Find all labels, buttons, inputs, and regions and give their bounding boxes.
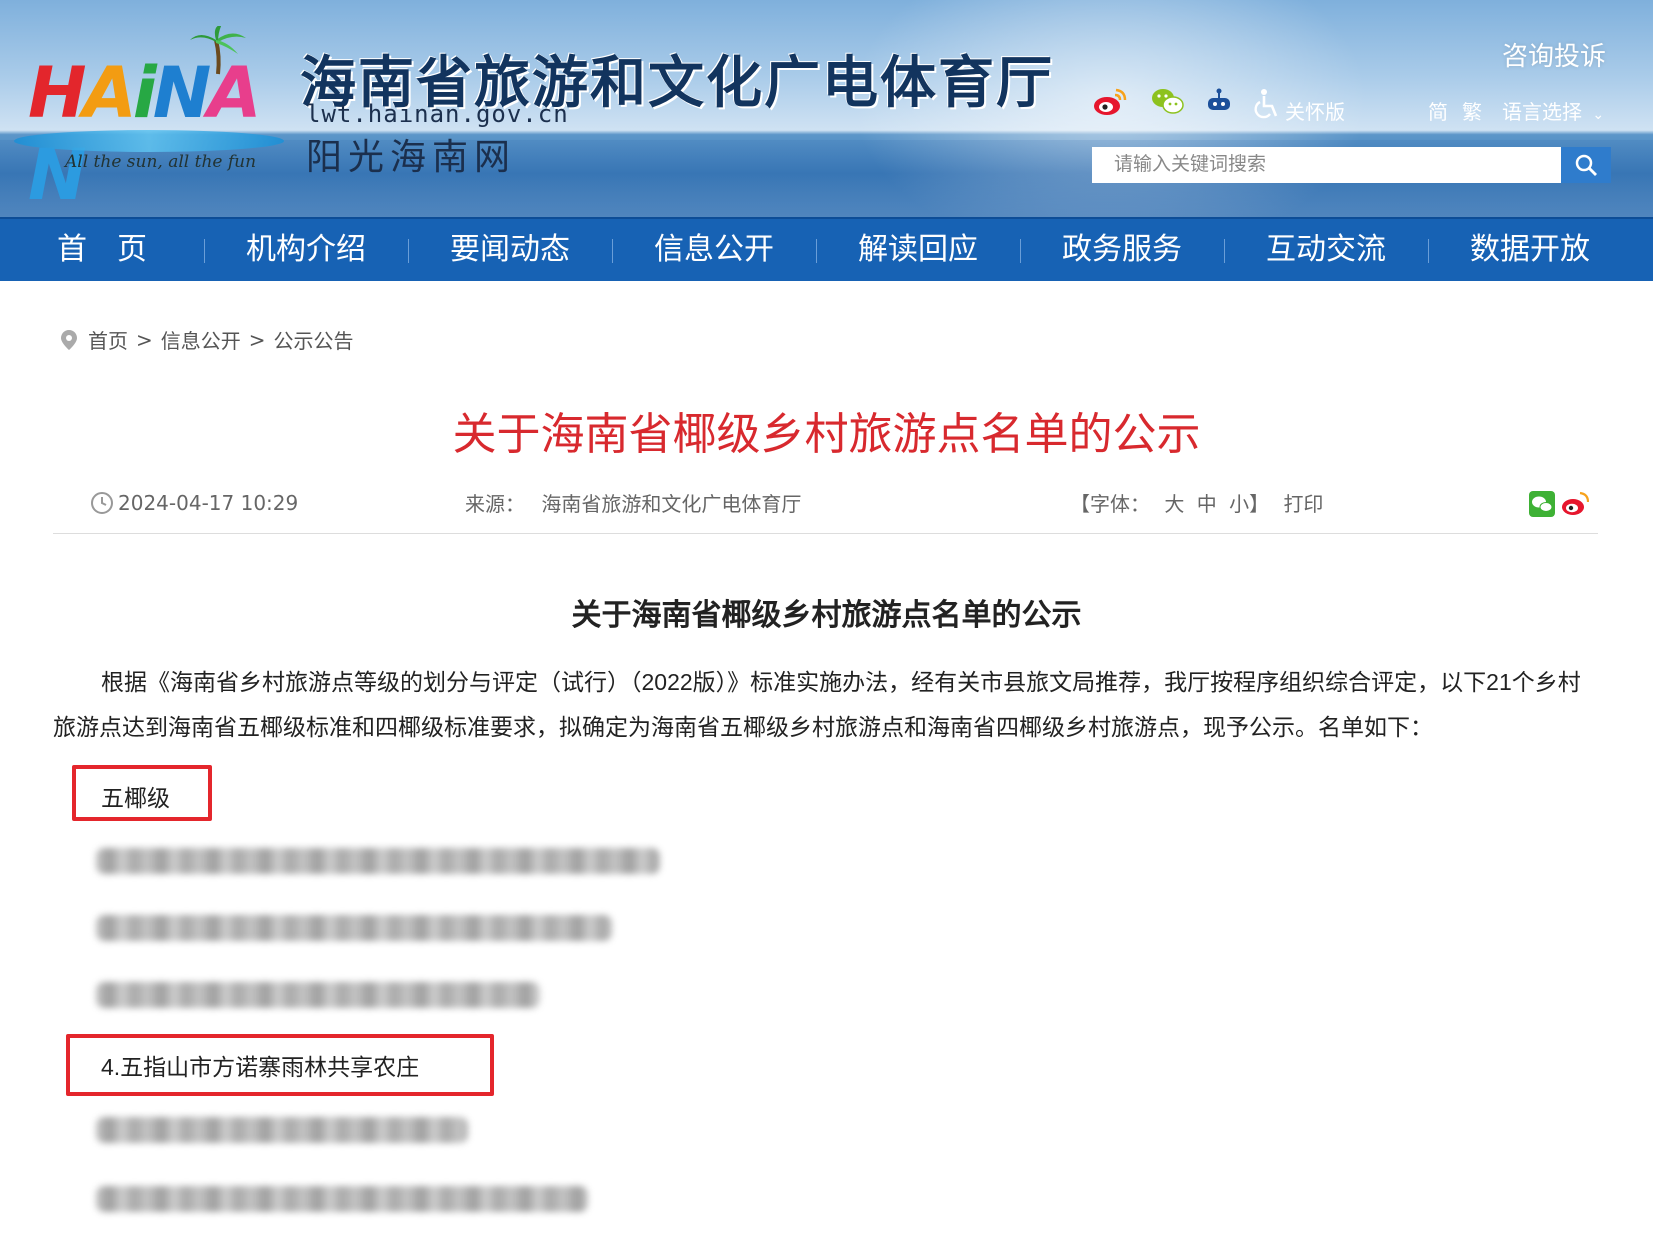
breadcrumb-notices[interactable]: 公示公告 [274, 325, 354, 354]
hainan-logo[interactable]: HAiNAN All the sun, all the fun [10, 12, 285, 216]
nav-organization[interactable]: 机构介绍 [204, 219, 408, 281]
search-input[interactable] [1092, 147, 1561, 183]
nav-open-data[interactable]: 数据开放 [1428, 219, 1632, 281]
font-size-controls: 【字体： 大 中 小】 打印 [1070, 488, 1323, 518]
article-title: 关于海南省椰级乡村旅游点名单的公示 [452, 410, 1201, 459]
nav-gov-service[interactable]: 政务服务 [1020, 219, 1224, 281]
blurred-list-item [96, 1117, 468, 1143]
traditional-chinese-link[interactable]: 繁 [1462, 96, 1482, 125]
breadcrumb-separator: > [136, 327, 153, 352]
location-pin-icon [61, 329, 77, 350]
search-icon [1575, 154, 1597, 176]
logo-wave [14, 130, 284, 152]
blurred-list-item [96, 982, 540, 1008]
print-button[interactable]: 打印 [1283, 492, 1323, 516]
nav-info-disclosure[interactable]: 信息公开 [612, 219, 816, 281]
simplified-chinese-link[interactable]: 简 [1428, 96, 1448, 125]
wechat-icon[interactable] [1150, 86, 1186, 122]
accessibility-icon[interactable] [1252, 88, 1280, 124]
language-select-label: 语言选择 [1502, 100, 1582, 124]
source-label: 来源： [465, 492, 525, 516]
font-label-close: 】 [1249, 492, 1270, 516]
clock-icon [91, 492, 113, 514]
article-date: 2024-04-17 10:29 [90, 488, 298, 518]
robot-icon[interactable] [1204, 86, 1234, 122]
nav-news[interactable]: 要闻动态 [408, 219, 612, 281]
breadcrumb-home[interactable]: 首页 [88, 325, 128, 354]
nav-home[interactable]: 首 页 [0, 219, 204, 281]
source-text: 海南省旅游和文化广电体育厅 [541, 492, 802, 516]
font-large-button[interactable]: 大 [1164, 492, 1184, 516]
breadcrumb-separator: > [248, 327, 266, 352]
article-source: 来源： 海南省旅游和文化广电体育厅 [465, 488, 801, 518]
breadcrumb-info-disclosure[interactable]: 信息公开 [161, 325, 241, 354]
complaint-link[interactable]: 咨询投诉 [1502, 36, 1606, 73]
care-version-link[interactable]: 关怀版 [1285, 96, 1345, 125]
font-small-button[interactable]: 小 [1229, 492, 1249, 516]
breadcrumb: 首页 > 信息公开 > 公示公告 [60, 325, 354, 354]
language-select[interactable]: 语言选择 ⌄ [1502, 96, 1604, 125]
main-nav: 首 页 机构介绍 要闻动态 信息公开 解读回应 政务服务 互动交流 数据开放 [0, 217, 1653, 281]
article-body-heading: 关于海南省椰级乡村旅游点名单的公示 [571, 598, 1082, 633]
meta-divider [53, 533, 1598, 534]
site-domain: lwt.hainan.gov.cn [306, 100, 569, 128]
chevron-down-icon: ⌄ [1592, 107, 1605, 123]
share-weibo-icon[interactable] [1561, 490, 1590, 522]
weibo-icon[interactable] [1092, 86, 1128, 122]
nav-interaction[interactable]: 互动交流 [1224, 219, 1428, 281]
blurred-list-item [96, 915, 612, 941]
nav-interpretation[interactable]: 解读回应 [816, 219, 1020, 281]
article-paragraph: 根据《海南省乡村旅游点等级的划分与评定（试行）（2022版）》标准实施办法，经有… [53, 669, 1581, 740]
font-label: 【字体： [1070, 492, 1150, 516]
search-button[interactable] [1561, 147, 1611, 183]
blurred-list-item [96, 1186, 588, 1212]
blurred-list-item [96, 848, 660, 874]
site-subtitle: 阳光海南网 [306, 137, 517, 178]
share-wechat-icon[interactable] [1529, 491, 1555, 521]
header-banner: HAiNAN All the sun, all the fun 海南省旅游和文化… [0, 0, 1653, 217]
font-medium-button[interactable]: 中 [1197, 492, 1217, 516]
section-five-coconut: 五椰级 [101, 785, 170, 811]
article-date-text: 2024-04-17 10:29 [118, 491, 299, 515]
logo-tagline: All the sun, all the fun [65, 152, 257, 172]
highlighted-list-item: 4.五指山市方诺寨雨林共享农庄 [101, 1054, 420, 1080]
